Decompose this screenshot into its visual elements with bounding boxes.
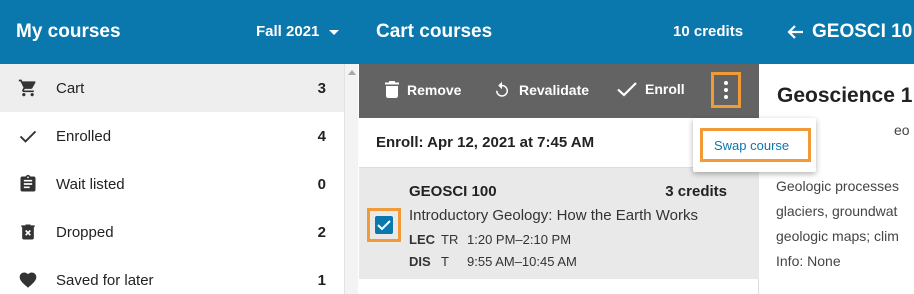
- sidebar-item-dropped[interactable]: Dropped 2: [0, 208, 344, 256]
- course-card[interactable]: GEOSCI 100 3 credits Introductory Geolog…: [359, 167, 759, 279]
- arrow-left-icon: [787, 25, 803, 39]
- enroll-date-heading: Enroll: Apr 12, 2021 at 7:45 AM: [376, 134, 595, 151]
- sidebar-item-wait-listed[interactable]: Wait listed 0: [0, 160, 344, 208]
- course-detail-panel: Geoscience 1 eo Geologic processes glaci…: [760, 64, 914, 294]
- app-root: My courses Fall 2021 Cart courses 10 cre…: [0, 0, 914, 294]
- cart-icon: [18, 78, 38, 98]
- detail-info-line: Info: None: [776, 253, 841, 269]
- detail-course-code: GEOSCI 10: [812, 21, 913, 42]
- swap-course-menu-item[interactable]: Swap course: [700, 128, 811, 162]
- more-options-button[interactable]: [711, 72, 741, 108]
- section-row: DIS T 9:55 AM–10:45 AM: [409, 254, 577, 269]
- refresh-icon: [496, 81, 508, 97]
- remove-button[interactable]: Remove: [385, 81, 461, 98]
- cart-toolbar: Remove Revalidate Enroll: [359, 64, 759, 118]
- course-code: GEOSCI 100: [409, 183, 497, 200]
- more-options-menu: Swap course: [693, 118, 816, 172]
- section-time: 9:55 AM–10:45 AM: [467, 254, 577, 269]
- sidebar-item-label: Saved for later: [56, 271, 154, 289]
- trash-icon: [385, 81, 399, 98]
- back-nav[interactable]: GEOSCI 10: [786, 21, 912, 43]
- sidebar-item-count: 3: [317, 79, 326, 97]
- my-courses-title: My courses: [16, 21, 121, 42]
- sidebar: Cart 3 Enrolled 4 Wait listed 0 Dropped …: [0, 64, 344, 294]
- enroll-button[interactable]: Enroll: [617, 81, 685, 97]
- remove-label: Remove: [407, 81, 462, 98]
- sidebar-item-label: Wait listed: [56, 175, 125, 193]
- detail-description-line: geologic maps; clim: [776, 228, 899, 244]
- section-type: LEC: [409, 232, 435, 247]
- heart-icon: [18, 270, 38, 290]
- caret-down-icon: [329, 30, 340, 35]
- section-row: LEC TR 1:20 PM–2:10 PM: [409, 232, 571, 247]
- cart-courses-title: Cart courses: [376, 21, 493, 42]
- top-bar: My courses Fall 2021 Cart courses 10 cre…: [0, 0, 914, 64]
- check-icon: [617, 82, 637, 97]
- checkmark-icon: [18, 126, 38, 146]
- revalidate-button[interactable]: Revalidate: [493, 81, 589, 99]
- detail-fragment: eo: [894, 122, 910, 138]
- course-title: Introductory Geology: How the Earth Work…: [409, 207, 699, 224]
- trash-x-icon: [18, 222, 38, 242]
- term-selector[interactable]: Fall 2021: [256, 23, 340, 40]
- section-days: T: [441, 254, 449, 269]
- section-time: 1:20 PM–2:10 PM: [467, 232, 572, 247]
- more-vert-icon: [724, 81, 728, 85]
- course-credits: 3 credits: [665, 183, 727, 200]
- clipboard-icon: [18, 174, 38, 194]
- revalidate-label: Revalidate: [519, 82, 590, 98]
- sidebar-item-count: 4: [317, 127, 326, 145]
- sidebar-item-cart[interactable]: Cart 3: [0, 64, 344, 112]
- sidebar-item-enrolled[interactable]: Enrolled 4: [0, 112, 344, 160]
- sidebar-item-label: Dropped: [56, 223, 114, 241]
- checkbox-checked-icon: [375, 216, 393, 234]
- sidebar-scrollbar[interactable]: [344, 64, 358, 294]
- detail-description-line: Geologic processes: [776, 178, 899, 194]
- credits-total: 10 credits: [673, 23, 744, 40]
- sidebar-item-label: Enrolled: [56, 127, 112, 145]
- section-type: DIS: [409, 254, 431, 269]
- enroll-label: Enroll: [645, 81, 685, 97]
- scroll-up-arrow-icon[interactable]: [348, 70, 356, 75]
- sidebar-item-label: Cart: [56, 79, 85, 97]
- term-label: Fall 2021: [256, 23, 320, 40]
- course-select-checkbox[interactable]: [367, 208, 401, 242]
- sidebar-item-saved-for-later[interactable]: Saved for later 1: [0, 256, 344, 294]
- detail-title: Geoscience 1: [777, 84, 913, 107]
- sidebar-item-count: 1: [317, 271, 326, 289]
- section-days: TR: [441, 232, 459, 247]
- sidebar-item-count: 0: [317, 175, 326, 193]
- sidebar-item-count: 2: [317, 223, 326, 241]
- detail-description-line: glaciers, groundwat: [776, 203, 898, 219]
- cart-panel: Remove Revalidate Enroll Enroll: Apr 12,…: [359, 64, 759, 294]
